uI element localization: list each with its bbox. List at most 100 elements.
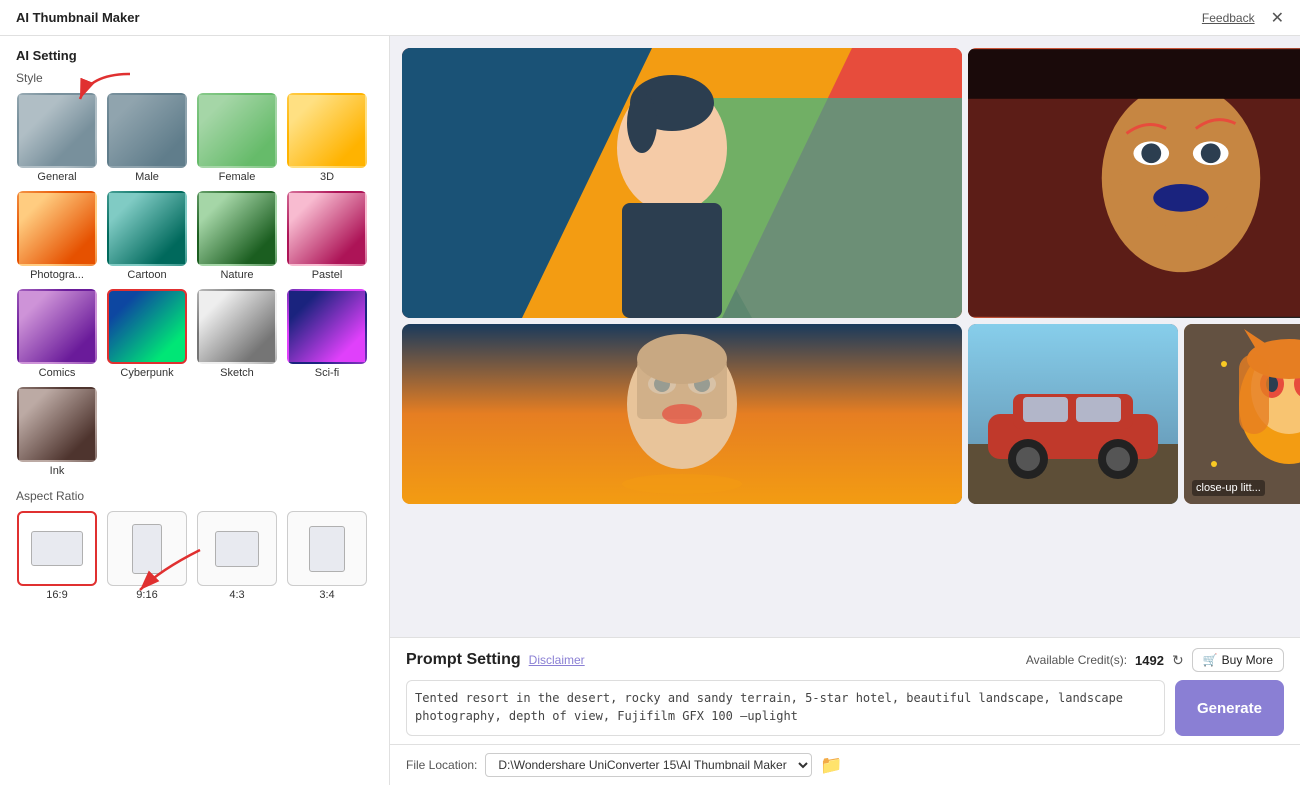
style-thumb-comics: [17, 289, 97, 364]
style-thumb-photo: [17, 191, 97, 266]
style-label-pastel: Pastel: [312, 269, 343, 281]
style-label-cyberpunk: Cyberpunk: [120, 367, 173, 379]
disclaimer-link[interactable]: Disclaimer: [529, 653, 585, 667]
style-thumb-cartoon: [107, 191, 187, 266]
prompt-input-row: Generate: [406, 680, 1284, 736]
title-bar-actions: Feedback ✕: [1202, 8, 1284, 28]
style-label-comics: Comics: [39, 367, 76, 379]
buy-icon: 🛒: [1203, 653, 1218, 667]
aspect-box-9-16: [107, 511, 187, 586]
style-thumb-nature: [197, 191, 277, 266]
style-item-photo[interactable]: Photogra...: [16, 191, 98, 281]
style-item-cyberpunk[interactable]: Cyberpunk: [106, 289, 188, 379]
style-item-scifi[interactable]: Sci-fi: [286, 289, 368, 379]
ai-setting-title: AI Setting: [16, 48, 373, 63]
prompt-section: Prompt Setting Disclaimer Available Cred…: [390, 637, 1300, 744]
face-image-svg: [968, 48, 1300, 318]
style-thumb-scifi: [287, 289, 367, 364]
generate-button[interactable]: Generate: [1175, 680, 1284, 736]
anime-overlay-label: close-up litt...: [1192, 480, 1265, 496]
aspect-box-4-3: [197, 511, 277, 586]
right-panel: close-up litt... ⊞ Prompt Setting Discla…: [390, 36, 1300, 785]
credits-label: Available Credit(s):: [1026, 653, 1127, 667]
style-item-comics[interactable]: Comics: [16, 289, 98, 379]
left-panel: AI Setting Style General Male Female 3D Phot…: [0, 36, 390, 785]
style-item-cartoon[interactable]: Cartoon: [106, 191, 188, 281]
style-label-photo: Photogra...: [30, 269, 84, 281]
style-thumb-female: [197, 93, 277, 168]
gallery-image-girl[interactable]: [402, 324, 962, 504]
style-thumb-pastel: [287, 191, 367, 266]
style-label-general: General: [37, 171, 76, 183]
style-item-nature[interactable]: Nature: [196, 191, 278, 281]
aspect-label-3-4: 3:4: [319, 589, 334, 601]
close-button[interactable]: ✕: [1271, 8, 1284, 28]
style-thumb-3d: [287, 93, 367, 168]
refresh-icon[interactable]: ↻: [1172, 652, 1184, 669]
gallery-image-main[interactable]: [402, 48, 962, 318]
style-item-ink[interactable]: Ink: [16, 387, 98, 477]
feedback-link[interactable]: Feedback: [1202, 11, 1255, 25]
title-bar: AI Thumbnail Maker Feedback ✕: [0, 0, 1300, 36]
buy-more-button[interactable]: 🛒 Buy More: [1192, 648, 1284, 672]
style-thumb-sketch: [197, 289, 277, 364]
aspect-box-3-4: [287, 511, 367, 586]
main-image-svg: [402, 48, 962, 318]
aspect-grid: 16:9 9:16 4:3 3:4: [16, 511, 373, 601]
gallery-image-car[interactable]: [968, 324, 1178, 504]
style-item-male[interactable]: Male: [106, 93, 188, 183]
aspect-item-4-3[interactable]: 4:3: [196, 511, 278, 601]
aspect-label-4-3: 4:3: [229, 589, 244, 601]
aspect-box-16-9: [17, 511, 97, 586]
style-label-3d: 3D: [320, 171, 334, 183]
credits-row: Available Credit(s): 1492 ↻ 🛒 Buy More: [1026, 648, 1284, 672]
aspect-ratio-section: Aspect Ratio 16:9 9:16 4:3 3:4: [16, 489, 373, 601]
credits-count: 1492: [1135, 653, 1164, 668]
style-label-female: Female: [219, 171, 256, 183]
style-label-male: Male: [135, 171, 159, 183]
style-grid: General Male Female 3D Photogra... Cartoon Nat…: [16, 93, 373, 477]
aspect-inner-4-3: [215, 531, 259, 567]
buy-more-label: Buy More: [1222, 653, 1273, 667]
style-item-3d[interactable]: 3D: [286, 93, 368, 183]
style-label: Style: [16, 71, 373, 85]
style-label-sketch: Sketch: [220, 367, 254, 379]
car-image-svg: [968, 324, 1178, 504]
gallery-image-anime[interactable]: close-up litt... ⊞: [1184, 324, 1300, 504]
style-label-ink: Ink: [50, 465, 65, 477]
style-thumb-cyberpunk: [107, 289, 187, 364]
aspect-ratio-label: Aspect Ratio: [16, 489, 373, 503]
prompt-title-row: Prompt Setting Disclaimer: [406, 651, 585, 669]
style-label-scifi: Sci-fi: [315, 367, 339, 379]
prompt-header: Prompt Setting Disclaimer Available Cred…: [406, 648, 1284, 672]
style-item-general[interactable]: General: [16, 93, 98, 183]
style-thumb-general: [17, 93, 97, 168]
style-thumb-ink: [17, 387, 97, 462]
aspect-inner-16-9: [31, 531, 83, 566]
prompt-title: Prompt Setting: [406, 651, 521, 669]
prompt-textarea[interactable]: [406, 680, 1165, 736]
file-location-row: File Location: D:\Wondershare UniConvert…: [390, 744, 1300, 785]
folder-icon[interactable]: 📁: [820, 755, 842, 776]
file-location-select[interactable]: D:\Wondershare UniConverter 15\AI Thumbn…: [485, 753, 812, 777]
aspect-item-16-9[interactable]: 16:9: [16, 511, 98, 601]
anime-image-svg: [1184, 324, 1300, 504]
aspect-inner-9-16: [132, 524, 162, 574]
aspect-label-9-16: 9:16: [136, 589, 157, 601]
style-item-pastel[interactable]: Pastel: [286, 191, 368, 281]
girl-image-svg: [402, 324, 962, 504]
aspect-inner-3-4: [309, 526, 345, 572]
style-label-nature: Nature: [220, 269, 253, 281]
app-title: AI Thumbnail Maker: [16, 10, 140, 25]
gallery-image-face[interactable]: [968, 48, 1300, 318]
aspect-item-3-4[interactable]: 3:4: [286, 511, 368, 601]
aspect-item-9-16[interactable]: 9:16: [106, 511, 188, 601]
aspect-label-16-9: 16:9: [46, 589, 67, 601]
style-item-sketch[interactable]: Sketch: [196, 289, 278, 379]
style-item-female[interactable]: Female: [196, 93, 278, 183]
file-location-label: File Location:: [406, 758, 477, 772]
main-layout: AI Setting Style General Male Female 3D Phot…: [0, 36, 1300, 785]
style-thumb-male: [107, 93, 187, 168]
image-gallery: close-up litt... ⊞: [390, 36, 1300, 637]
style-label-cartoon: Cartoon: [127, 269, 166, 281]
